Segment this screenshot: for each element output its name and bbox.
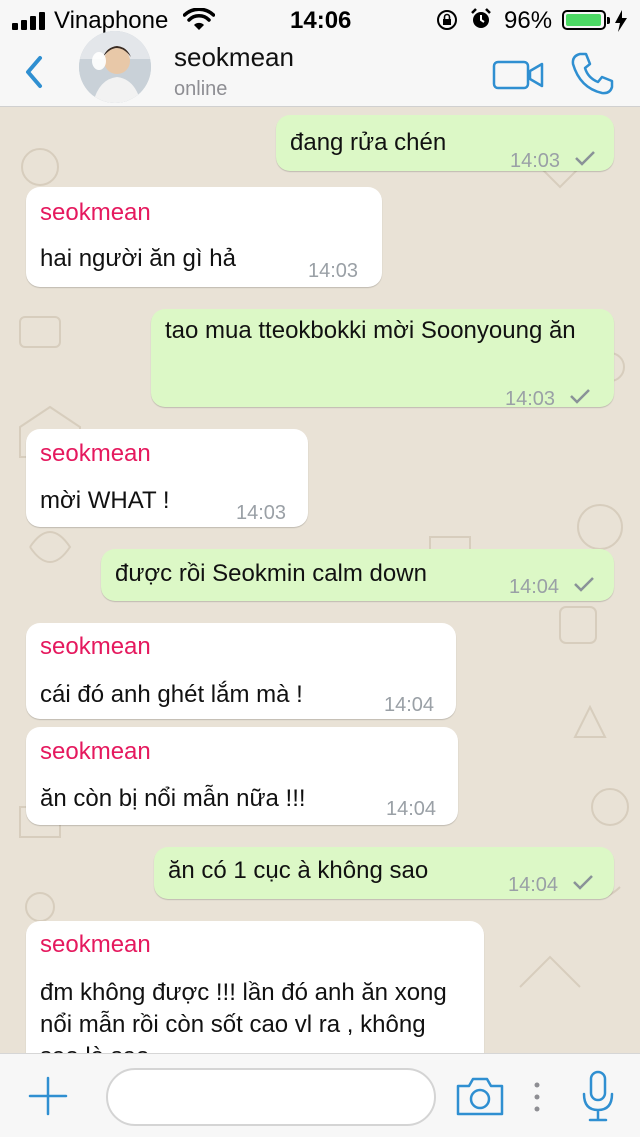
message-time: 14:03 xyxy=(510,150,561,172)
outgoing-message[interactable]: được rồi Seokmin calm down 14:04 xyxy=(101,549,614,601)
phone-call-icon[interactable] xyxy=(566,48,618,100)
incoming-message[interactable]: seokmean hai người ăn gì hả 14:03 xyxy=(26,187,382,287)
avatar[interactable] xyxy=(79,31,151,103)
rotation-lock-icon xyxy=(437,10,457,30)
outgoing-message[interactable]: tao mua tteokbokki mời Soonyoung ăn 14:0… xyxy=(151,309,614,410)
outgoing-message[interactable]: ăn có 1 cục à không sao 14:04 xyxy=(154,847,614,899)
status-bar: Vinaphone 14:06 96% xyxy=(0,0,640,40)
back-chevron-icon[interactable] xyxy=(18,52,54,92)
sender-name: seokmean xyxy=(40,931,151,958)
more-options-icon[interactable] xyxy=(532,1080,542,1114)
chat-header: seokmean online xyxy=(0,31,640,107)
alarm-icon xyxy=(471,8,491,28)
incoming-message[interactable]: seokmean mời WHAT ! 14:03 xyxy=(26,429,308,527)
delivered-check-icon xyxy=(573,875,593,890)
outgoing-message[interactable]: đang rửa chén 14:03 xyxy=(276,115,614,172)
sender-name: seokmean xyxy=(40,633,151,660)
sender-name: seokmean xyxy=(40,738,151,765)
incoming-message[interactable]: seokmean cái đó anh ghét lắm mà ! 14:04 xyxy=(26,623,456,719)
contact-name[interactable]: seokmean xyxy=(174,42,294,73)
message-text: đm không được !!! lần đó anh ăn xong nổi… xyxy=(40,979,447,1053)
message-time: 14:03 xyxy=(236,502,287,524)
delivered-check-icon xyxy=(570,389,590,404)
charging-icon xyxy=(615,10,627,32)
microphone-icon[interactable] xyxy=(580,1070,616,1124)
contact-status: online xyxy=(174,78,228,100)
video-call-icon[interactable] xyxy=(490,54,546,94)
message-time: 14:03 xyxy=(308,260,359,282)
sender-name: seokmean xyxy=(40,199,151,226)
battery-percent: 96% xyxy=(504,7,553,34)
message-input[interactable] xyxy=(106,1068,436,1126)
message-time: 14:03 xyxy=(505,388,556,410)
clock: 14:06 xyxy=(290,7,352,34)
message-text: tao mua tteokbokki mời Soonyoung ăn xyxy=(165,317,576,344)
battery-fill xyxy=(566,14,601,26)
battery-icon xyxy=(562,10,610,30)
message-time: 14:04 xyxy=(384,694,435,716)
delivered-check-icon xyxy=(575,151,595,166)
message-text: ăn còn bị nổi mẫn nữa !!! xyxy=(40,785,306,812)
camera-icon[interactable] xyxy=(454,1074,506,1118)
signal-strength-icon xyxy=(12,12,48,30)
message-time: 14:04 xyxy=(386,798,437,820)
incoming-message[interactable]: seokmean ăn còn bị nổi mẫn nữa !!! 14:04 xyxy=(26,727,458,825)
message-time: 14:04 xyxy=(508,874,559,896)
incoming-message[interactable]: seokmean đm không được !!! lần đó anh ăn… xyxy=(26,921,484,1053)
delivered-check-icon xyxy=(574,577,594,592)
plus-icon[interactable] xyxy=(28,1076,68,1116)
message-time: 14:04 xyxy=(509,576,560,598)
wifi-icon xyxy=(183,8,215,30)
sender-name: seokmean xyxy=(40,440,151,467)
message-list[interactable]: đang rửa chén 14:03 seokmean hai người ă… xyxy=(0,107,640,1053)
message-text: cái đó anh ghét lắm mà ! xyxy=(40,681,303,708)
avatar-photo xyxy=(79,31,151,103)
composer-bar xyxy=(0,1053,640,1137)
